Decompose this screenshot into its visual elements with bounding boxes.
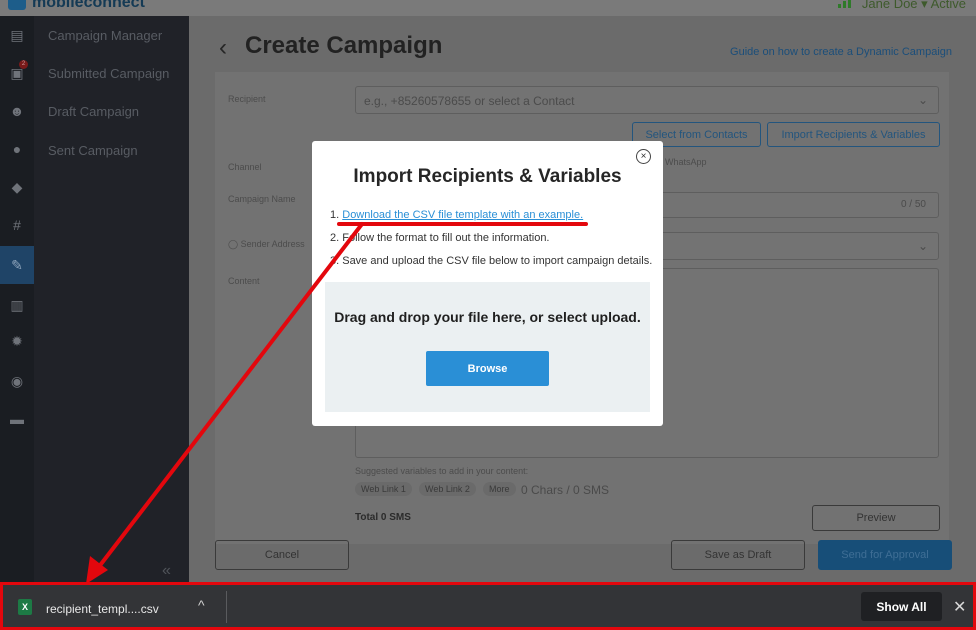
recipient-placeholder: e.g., +85260578655 or select a Contact [364, 94, 575, 108]
user-name: Jane Doe [861, 0, 918, 11]
step-1-number: 1. [330, 209, 340, 221]
cancel-button[interactable]: Cancel [215, 540, 349, 570]
close-icon[interactable]: × [636, 149, 651, 164]
campaign-icon[interactable]: ✎ [0, 246, 34, 284]
chip-web-link-1[interactable]: Web Link 1 [355, 482, 412, 496]
file-dropzone[interactable]: Drag and drop your file here, or select … [325, 282, 650, 412]
account-icon[interactable]: ◉ [0, 362, 34, 400]
chevron-up-icon[interactable]: ^ [198, 597, 205, 613]
import-modal: × Import Recipients & Variables 1. Downl… [312, 141, 663, 426]
chip-more[interactable]: More [483, 482, 516, 496]
total-sms: Total 0 SMS [355, 512, 411, 523]
analytics-icon[interactable]: ▥ [0, 286, 34, 324]
campaign-name-label: Campaign Name [228, 194, 296, 204]
inbox-icon[interactable]: ▣ 2 [0, 54, 34, 92]
char-count: 0 Chars / 0 SMS [521, 483, 610, 497]
campaign-name-counter: 0 / 50 [900, 199, 926, 210]
annotation-underline [337, 222, 588, 226]
recipient-label: Recipient [228, 94, 266, 104]
content-label: Content [228, 276, 260, 286]
signal-bars-icon [838, 0, 854, 8]
sender-address-select[interactable]: ⌄ [655, 232, 939, 260]
save-draft-button[interactable]: Save as Draft [671, 540, 805, 570]
step-1: 1. Download the CSV file template with a… [330, 209, 583, 221]
sender-address-label: ◯ Sender Address [228, 239, 305, 249]
location-icon[interactable]: ● [0, 130, 34, 168]
downloaded-file-name[interactable]: recipient_templ....csv [46, 602, 159, 616]
notification-badge: 2 [19, 60, 28, 69]
guide-link[interactable]: Guide on how to create a Dynamic Campaig… [730, 46, 952, 58]
show-all-button[interactable]: Show All [861, 592, 942, 621]
gear-icon[interactable]: ✹ [0, 322, 34, 360]
divider [226, 591, 227, 623]
chip-web-link-2[interactable]: Web Link 2 [419, 482, 476, 496]
dropzone-text: Drag and drop your file here, or select … [334, 309, 641, 325]
step-3: 3. Save and upload the CSV file below to… [330, 255, 653, 267]
sidebar-item-draft-campaign[interactable]: Draft Campaign [48, 104, 139, 119]
recipient-input[interactable]: e.g., +85260578655 or select a Contact ⌄ [355, 86, 939, 114]
logo-icon [8, 0, 26, 10]
icon-rail: ▤ ▣ 2 ☻ ● ◆ # ✎ ▥ ✹ ◉ ▬ [0, 16, 34, 582]
hashtag-icon[interactable]: # [0, 206, 34, 244]
app-logo-text: mobileconnect [32, 0, 145, 11]
step-2: 2. Follow the format to fill out the inf… [330, 232, 550, 244]
chat-icon[interactable]: ▤ [0, 16, 34, 54]
suggested-variables-text: Suggested variables to add in your conte… [355, 466, 529, 476]
sidebar-collapse-button[interactable]: « [162, 562, 171, 580]
sidebar-item-submitted-campaign[interactable]: Submitted Campaign [48, 66, 169, 81]
top-header: mobileconnect Jane Doe ▾ Active [0, 0, 976, 16]
user-menu[interactable]: Jane Doe ▾ Active [862, 0, 966, 12]
close-icon[interactable]: ✕ [953, 597, 966, 617]
import-recipients-button[interactable]: Import Recipients & Variables [767, 122, 940, 147]
back-chevron-icon[interactable]: ‹ [219, 34, 227, 62]
cart-icon[interactable]: ▬ [0, 400, 34, 438]
download-template-link[interactable]: Download the CSV file template with an e… [342, 209, 583, 221]
chevron-down-icon[interactable]: ⌄ [918, 93, 928, 107]
browse-button[interactable]: Browse [426, 351, 549, 386]
channel-label: Channel [228, 162, 262, 172]
channel-option-whatsapp[interactable]: WhatsApp [665, 157, 707, 167]
sender-address-text: Sender Address [240, 239, 305, 249]
tag-icon[interactable]: ◆ [0, 168, 34, 206]
chevron-down-icon[interactable]: ⌄ [918, 239, 928, 253]
campaign-name-input[interactable]: 0 / 50 [655, 192, 939, 218]
excel-file-icon: X [18, 599, 32, 615]
sidebar: Campaign Manager Submitted Campaign Draf… [34, 16, 189, 582]
people-icon[interactable]: ☻ [0, 92, 34, 130]
user-status: Active [930, 0, 966, 11]
sidebar-item-sent-campaign[interactable]: Sent Campaign [48, 143, 138, 158]
send-for-approval-button[interactable]: Send for Approval [818, 540, 952, 570]
page-title: Create Campaign [245, 32, 443, 59]
preview-button[interactable]: Preview [812, 505, 940, 531]
sidebar-item-campaign-manager[interactable]: Campaign Manager [48, 28, 162, 43]
modal-title: Import Recipients & Variables [353, 166, 622, 187]
download-bar: X recipient_templ....csv ^ Show All ✕ [0, 582, 976, 630]
